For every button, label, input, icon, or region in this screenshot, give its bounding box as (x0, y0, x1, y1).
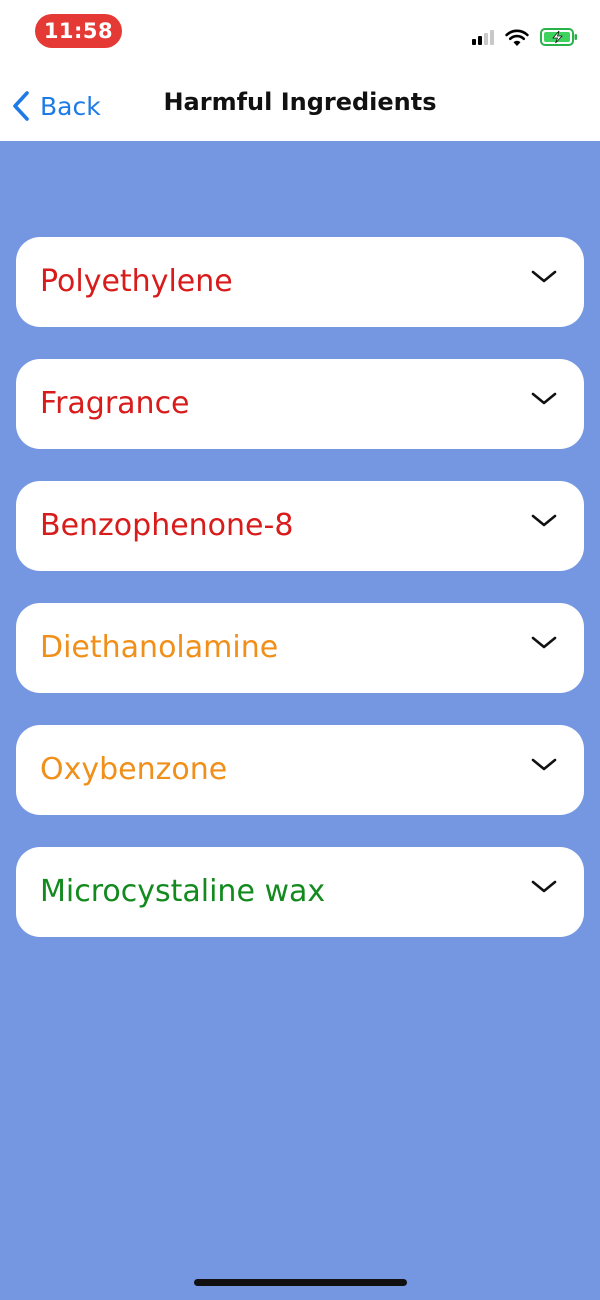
chevron-down-icon (531, 880, 557, 893)
home-indicator[interactable] (194, 1279, 407, 1286)
ingredient-name: Diethanolamine (40, 630, 279, 665)
ingredient-name: Microcystaline wax (40, 874, 326, 909)
ingredient-list: Polyethylene Fragrance Benzophenone-8 Di… (16, 237, 584, 969)
header: 11:58 Back Harmful Ingredients (0, 0, 600, 141)
chevron-down-icon (531, 392, 557, 405)
chevron-down-icon (531, 514, 557, 527)
wifi-icon (504, 27, 530, 47)
ingredient-name: Oxybenzone (40, 752, 228, 787)
chevron-down-icon (531, 636, 557, 649)
chevron-down-icon (531, 270, 557, 283)
status-time: 11:58 (35, 14, 122, 48)
battery-charging-icon (540, 27, 578, 47)
ingredient-card[interactable]: Fragrance (16, 359, 584, 449)
page-title-text: Harmful Ingredients (163, 88, 437, 116)
ingredient-card[interactable]: Oxybenzone (16, 725, 584, 815)
ingredient-name: Benzophenone-8 (40, 508, 294, 543)
ingredient-card[interactable]: Benzophenone-8 (16, 481, 584, 571)
status-icons (472, 26, 578, 48)
ingredient-card[interactable]: Microcystaline wax (16, 847, 584, 937)
ingredient-name: Fragrance (40, 386, 190, 421)
cellular-signal-icon (472, 29, 494, 45)
ingredient-card[interactable]: Diethanolamine (16, 603, 584, 693)
page-title: Harmful Ingredients (0, 88, 600, 116)
chevron-down-icon (531, 758, 557, 771)
ingredient-name: Polyethylene (40, 264, 233, 299)
ingredient-card[interactable]: Polyethylene (16, 237, 584, 327)
